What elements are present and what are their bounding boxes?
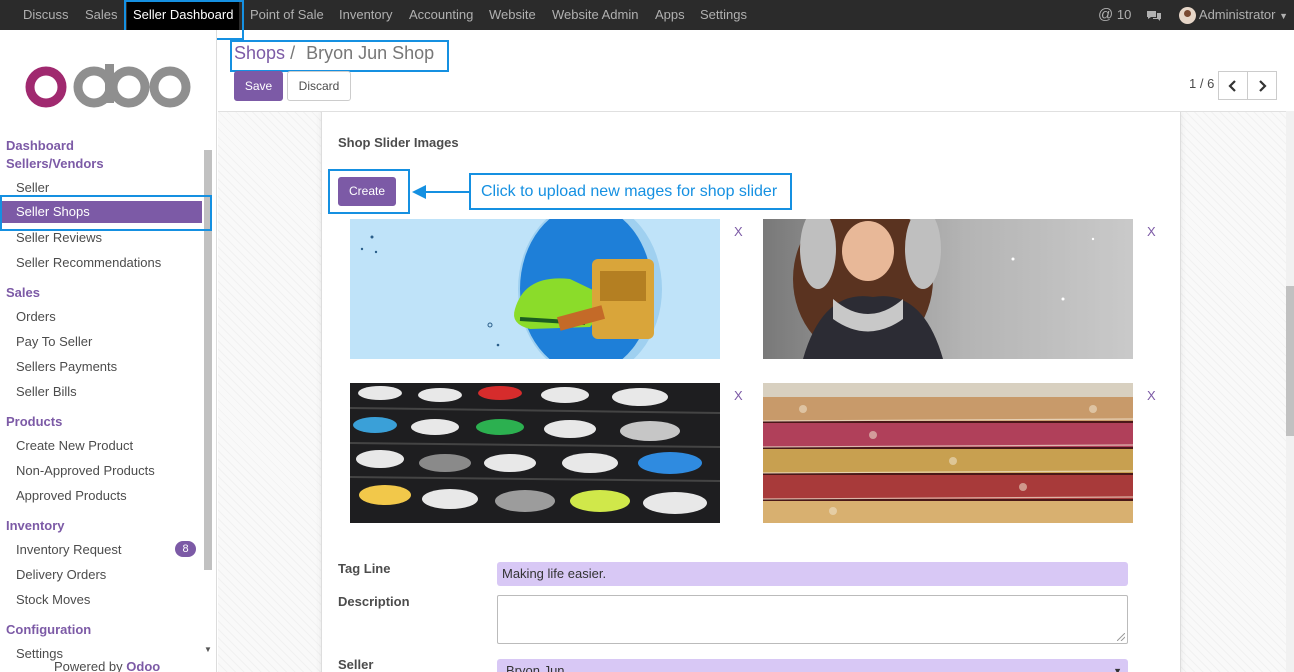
pager-value: 1 / 6 [1189, 76, 1215, 91]
slider-image-1 [350, 219, 720, 359]
breadcrumb-current: Bryon Jun Shop [306, 43, 435, 63]
mentions-indicator[interactable]: @ 10 [1098, 0, 1131, 30]
sidebar-item-seller-shops[interactable]: Seller Shops [2, 201, 202, 223]
menu-discuss[interactable]: Discuss [23, 0, 69, 30]
seller-label: Seller [338, 657, 374, 672]
create-slider-image-button[interactable]: Create [338, 177, 396, 206]
sidebar-scrollbar[interactable] [204, 150, 212, 570]
breadcrumb-shops[interactable]: Shops [234, 43, 285, 63]
discard-button[interactable]: Discard [287, 71, 351, 101]
slider-image-3 [350, 383, 720, 523]
sidebar-item-non-approved-products[interactable]: Non-Approved Products [16, 463, 155, 478]
section-sellers-vendors[interactable]: Sellers/Vendors [6, 156, 104, 171]
top-navbar: Discuss Sales Seller Dashboard Point of … [0, 0, 1294, 30]
chevron-left-icon [1228, 80, 1236, 92]
powered-by-text: Powered by [54, 659, 123, 672]
arrow-left-icon [412, 185, 470, 199]
sidebar-item-seller-reviews[interactable]: Seller Reviews [16, 230, 102, 245]
sidebar-item-pay-to-seller[interactable]: Pay To Seller [16, 334, 92, 349]
section-dashboard[interactable]: Dashboard [6, 138, 74, 153]
sidebar-item-create-new-product[interactable]: Create New Product [16, 438, 133, 453]
menu-inventory[interactable]: Inventory [339, 0, 392, 30]
menu-accounting[interactable]: Accounting [409, 0, 473, 30]
sidebar-item-sellers-payments[interactable]: Sellers Payments [16, 359, 117, 374]
mentions-count: 10 [1116, 7, 1132, 22]
breadcrumb-separator: / [290, 43, 296, 63]
section-sales[interactable]: Sales [6, 285, 40, 300]
section-products[interactable]: Products [6, 414, 62, 429]
remove-image-4-button[interactable]: X [1147, 388, 1156, 403]
slider-image-4 [763, 383, 1133, 523]
menu-apps[interactable]: Apps [655, 0, 685, 30]
upload-callout: Click to upload new mages for shop slide… [469, 173, 792, 210]
section-configuration[interactable]: Configuration [6, 622, 91, 637]
tag-line-label: Tag Line [338, 561, 391, 576]
description-label: Description [338, 594, 410, 609]
menu-website-admin[interactable]: Website Admin [552, 0, 638, 30]
user-name: Administrator [1198, 7, 1276, 22]
slider-image-2 [763, 219, 1133, 359]
seller-select[interactable]: Bryon Jun ▼ [497, 659, 1128, 672]
sidebar-item-inventory-request[interactable]: Inventory Request [16, 542, 122, 557]
scroll-down-arrow-icon[interactable]: ▼ [204, 646, 212, 654]
odoo-logo [25, 64, 191, 108]
avatar [1179, 7, 1196, 25]
sidebar-item-delivery-orders[interactable]: Delivery Orders [16, 567, 106, 582]
remove-image-1-button[interactable]: X [734, 224, 743, 239]
sidebar-item-approved-products[interactable]: Approved Products [16, 488, 127, 503]
remove-image-2-button[interactable]: X [1147, 224, 1156, 239]
breadcrumb: Shops / Bryon Jun Shop [234, 43, 434, 64]
pager-previous-button[interactable] [1218, 71, 1248, 100]
section-inventory[interactable]: Inventory [6, 518, 65, 533]
sidebar-item-seller-bills[interactable]: Seller Bills [16, 384, 77, 399]
inventory-request-badge: 8 [175, 541, 196, 557]
powered-by-brand[interactable]: Odoo [126, 659, 160, 672]
powered-by: Powered by Odoo [54, 659, 160, 672]
remove-image-3-button[interactable]: X [734, 388, 743, 403]
resize-handle-icon[interactable] [1117, 633, 1125, 641]
chevron-right-icon [1259, 80, 1267, 92]
menu-settings[interactable]: Settings [700, 0, 747, 30]
caret-down-icon: ▼ [1113, 666, 1122, 672]
menu-seller-dashboard[interactable]: Seller Dashboard [127, 0, 240, 30]
menu-point-of-sale[interactable]: Point of Sale [250, 0, 324, 30]
main-scrollbar[interactable] [1286, 111, 1294, 672]
sidebar-item-seller-recommendations[interactable]: Seller Recommendations [16, 255, 161, 270]
caret-down-icon: ▼ [1279, 11, 1289, 21]
main-scrollbar-thumb[interactable] [1286, 286, 1294, 436]
chat-icon[interactable] [1146, 0, 1162, 30]
save-button[interactable]: Save [234, 71, 283, 101]
menu-sales[interactable]: Sales [85, 0, 118, 30]
sidebar-item-seller[interactable]: Seller [16, 180, 49, 195]
sidebar: Dashboard Sellers/Vendors Seller Seller … [0, 30, 217, 672]
menu-website[interactable]: Website [489, 0, 536, 30]
at-icon: @ [1098, 6, 1114, 23]
sidebar-item-stock-moves[interactable]: Stock Moves [16, 592, 90, 607]
seller-select-value: Bryon Jun [506, 663, 565, 672]
description-textarea[interactable] [497, 595, 1128, 644]
tag-line-input[interactable]: Making life easier. [497, 562, 1128, 586]
sidebar-item-orders[interactable]: Orders [16, 309, 56, 324]
shop-slider-images-title: Shop Slider Images [338, 135, 459, 150]
user-menu[interactable]: Administrator ▼ [1179, 0, 1288, 30]
pager-next-button[interactable] [1247, 71, 1277, 100]
